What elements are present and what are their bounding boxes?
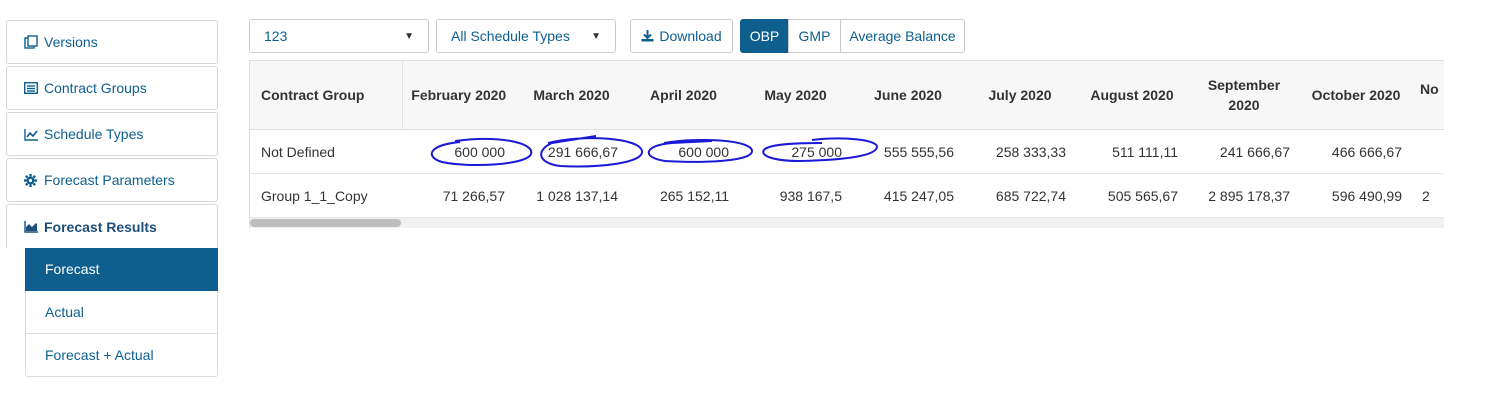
sidebar-item-label: Forecast Parameters bbox=[44, 172, 175, 188]
caret-down-icon: ▼ bbox=[591, 30, 601, 42]
sidebar-item-schedule-types[interactable]: Schedule Types bbox=[6, 112, 218, 156]
table-cell: 505 565,67 bbox=[1107, 187, 1178, 204]
column-header[interactable]: July 2020 bbox=[964, 60, 1076, 130]
column-header[interactable]: Contract Group bbox=[250, 60, 403, 130]
download-button[interactable]: Download bbox=[630, 19, 733, 53]
table-cell: Group 1_1_Copy bbox=[261, 187, 368, 204]
download-button-label: Download bbox=[659, 28, 722, 44]
table-cell: 1 028 137,14 bbox=[536, 187, 618, 204]
sidebar-item-versions[interactable]: Versions bbox=[6, 20, 218, 64]
table-cell: Not Defined bbox=[250, 129, 402, 174]
table-cell: 265 152,11 bbox=[659, 187, 729, 204]
column-header[interactable]: June 2020 bbox=[852, 60, 964, 130]
table-cell: 241 666,67 bbox=[1188, 129, 1300, 174]
table-header-row: Contract Group February 2020 March 2020 … bbox=[250, 60, 1444, 130]
table-row: Group 1_1_Copy 71 266,57 1 028 137,14 26… bbox=[250, 174, 1444, 218]
sidebar-item-label: Versions bbox=[44, 34, 98, 50]
gmp-label: GMP bbox=[798, 28, 831, 44]
table-cell: 258 333,33 bbox=[964, 129, 1076, 174]
horizontal-scrollbar[interactable] bbox=[250, 218, 1444, 228]
column-header[interactable]: April 2020 bbox=[628, 60, 739, 130]
schedule-type-select-value: All Schedule Types bbox=[451, 28, 570, 44]
sidebar-item-contract-groups[interactable]: Contract Groups bbox=[6, 66, 218, 110]
area-chart-icon bbox=[24, 219, 40, 235]
column-header[interactable]: No bbox=[1412, 60, 1444, 130]
subnav-item-forecast[interactable]: Forecast bbox=[25, 248, 218, 291]
table-cell bbox=[1412, 129, 1444, 174]
column-header[interactable]: May 2020 bbox=[739, 60, 852, 130]
forecast-table-container: Contract Group February 2020 March 2020 … bbox=[249, 60, 1444, 228]
table-cell: 415 247,05 bbox=[883, 187, 954, 204]
sidebar-item-forecast-parameters[interactable]: Forecast Parameters bbox=[6, 158, 218, 202]
table-cell: 600 000 bbox=[628, 129, 739, 174]
table-row: Not Defined 600 000 291 666,67 600 000 2… bbox=[250, 129, 1444, 174]
download-icon bbox=[641, 30, 654, 42]
table-cell: 596 490,99 bbox=[1331, 187, 1402, 204]
list-icon bbox=[24, 80, 40, 96]
sidebar: Versions Contract Groups Schedule Types … bbox=[6, 20, 218, 377]
version-select[interactable]: 123 ▼ bbox=[249, 19, 429, 53]
table-cell: 938 167,5 bbox=[779, 187, 842, 204]
line-chart-icon bbox=[24, 126, 40, 142]
table-cell: 291 666,67 bbox=[515, 129, 628, 174]
schedule-type-select[interactable]: All Schedule Types ▼ bbox=[436, 19, 616, 53]
column-header[interactable]: September 2020 bbox=[1188, 60, 1300, 130]
gear-icon bbox=[24, 172, 40, 188]
gmp-toggle-button[interactable]: GMP bbox=[788, 19, 841, 53]
table-cell: 555 555,56 bbox=[852, 129, 964, 174]
forecast-table: Contract Group February 2020 March 2020 … bbox=[250, 60, 1444, 218]
average-balance-label: Average Balance bbox=[849, 28, 956, 44]
scrollbar-thumb[interactable] bbox=[250, 219, 401, 227]
caret-down-icon: ▼ bbox=[404, 30, 414, 42]
column-header[interactable]: August 2020 bbox=[1076, 60, 1188, 130]
subnav-item-label: Forecast + Actual bbox=[45, 347, 154, 363]
subnav-item-label: Actual bbox=[45, 304, 84, 320]
version-select-value: 123 bbox=[264, 28, 288, 44]
table-cell: 466 666,67 bbox=[1300, 129, 1412, 174]
column-header[interactable]: February 2020 bbox=[402, 60, 515, 130]
sidebar-item-label: Schedule Types bbox=[44, 126, 144, 142]
subnav-item-forecast-plus-actual[interactable]: Forecast + Actual bbox=[25, 334, 218, 377]
sidebar-item-label: Contract Groups bbox=[44, 80, 147, 96]
copy-icon bbox=[24, 34, 40, 50]
column-header[interactable]: March 2020 bbox=[515, 60, 628, 130]
sidebar-item-label: Forecast Results bbox=[44, 218, 157, 235]
table-cell: 275 000 bbox=[739, 129, 852, 174]
subnav-item-actual[interactable]: Actual bbox=[25, 291, 218, 334]
table-cell: 2 bbox=[1422, 187, 1430, 204]
table-cell: 685 722,74 bbox=[995, 187, 1066, 204]
average-balance-toggle-button[interactable]: Average Balance bbox=[840, 19, 965, 53]
table-cell: 511 111,11 bbox=[1076, 129, 1188, 174]
table-cell: 600 000 bbox=[402, 129, 515, 174]
column-header[interactable]: October 2020 bbox=[1300, 60, 1412, 130]
subnav-item-label: Forecast bbox=[45, 261, 100, 277]
table-cell: 2 895 178,37 bbox=[1208, 187, 1290, 204]
obp-toggle-button[interactable]: OBP bbox=[740, 19, 789, 53]
sidebar-item-forecast-results[interactable]: Forecast Results bbox=[6, 204, 218, 248]
table-cell: 71 266,57 bbox=[442, 187, 505, 204]
obp-label: OBP bbox=[749, 28, 780, 44]
forecast-results-submenu: Forecast Actual Forecast + Actual bbox=[25, 248, 218, 377]
